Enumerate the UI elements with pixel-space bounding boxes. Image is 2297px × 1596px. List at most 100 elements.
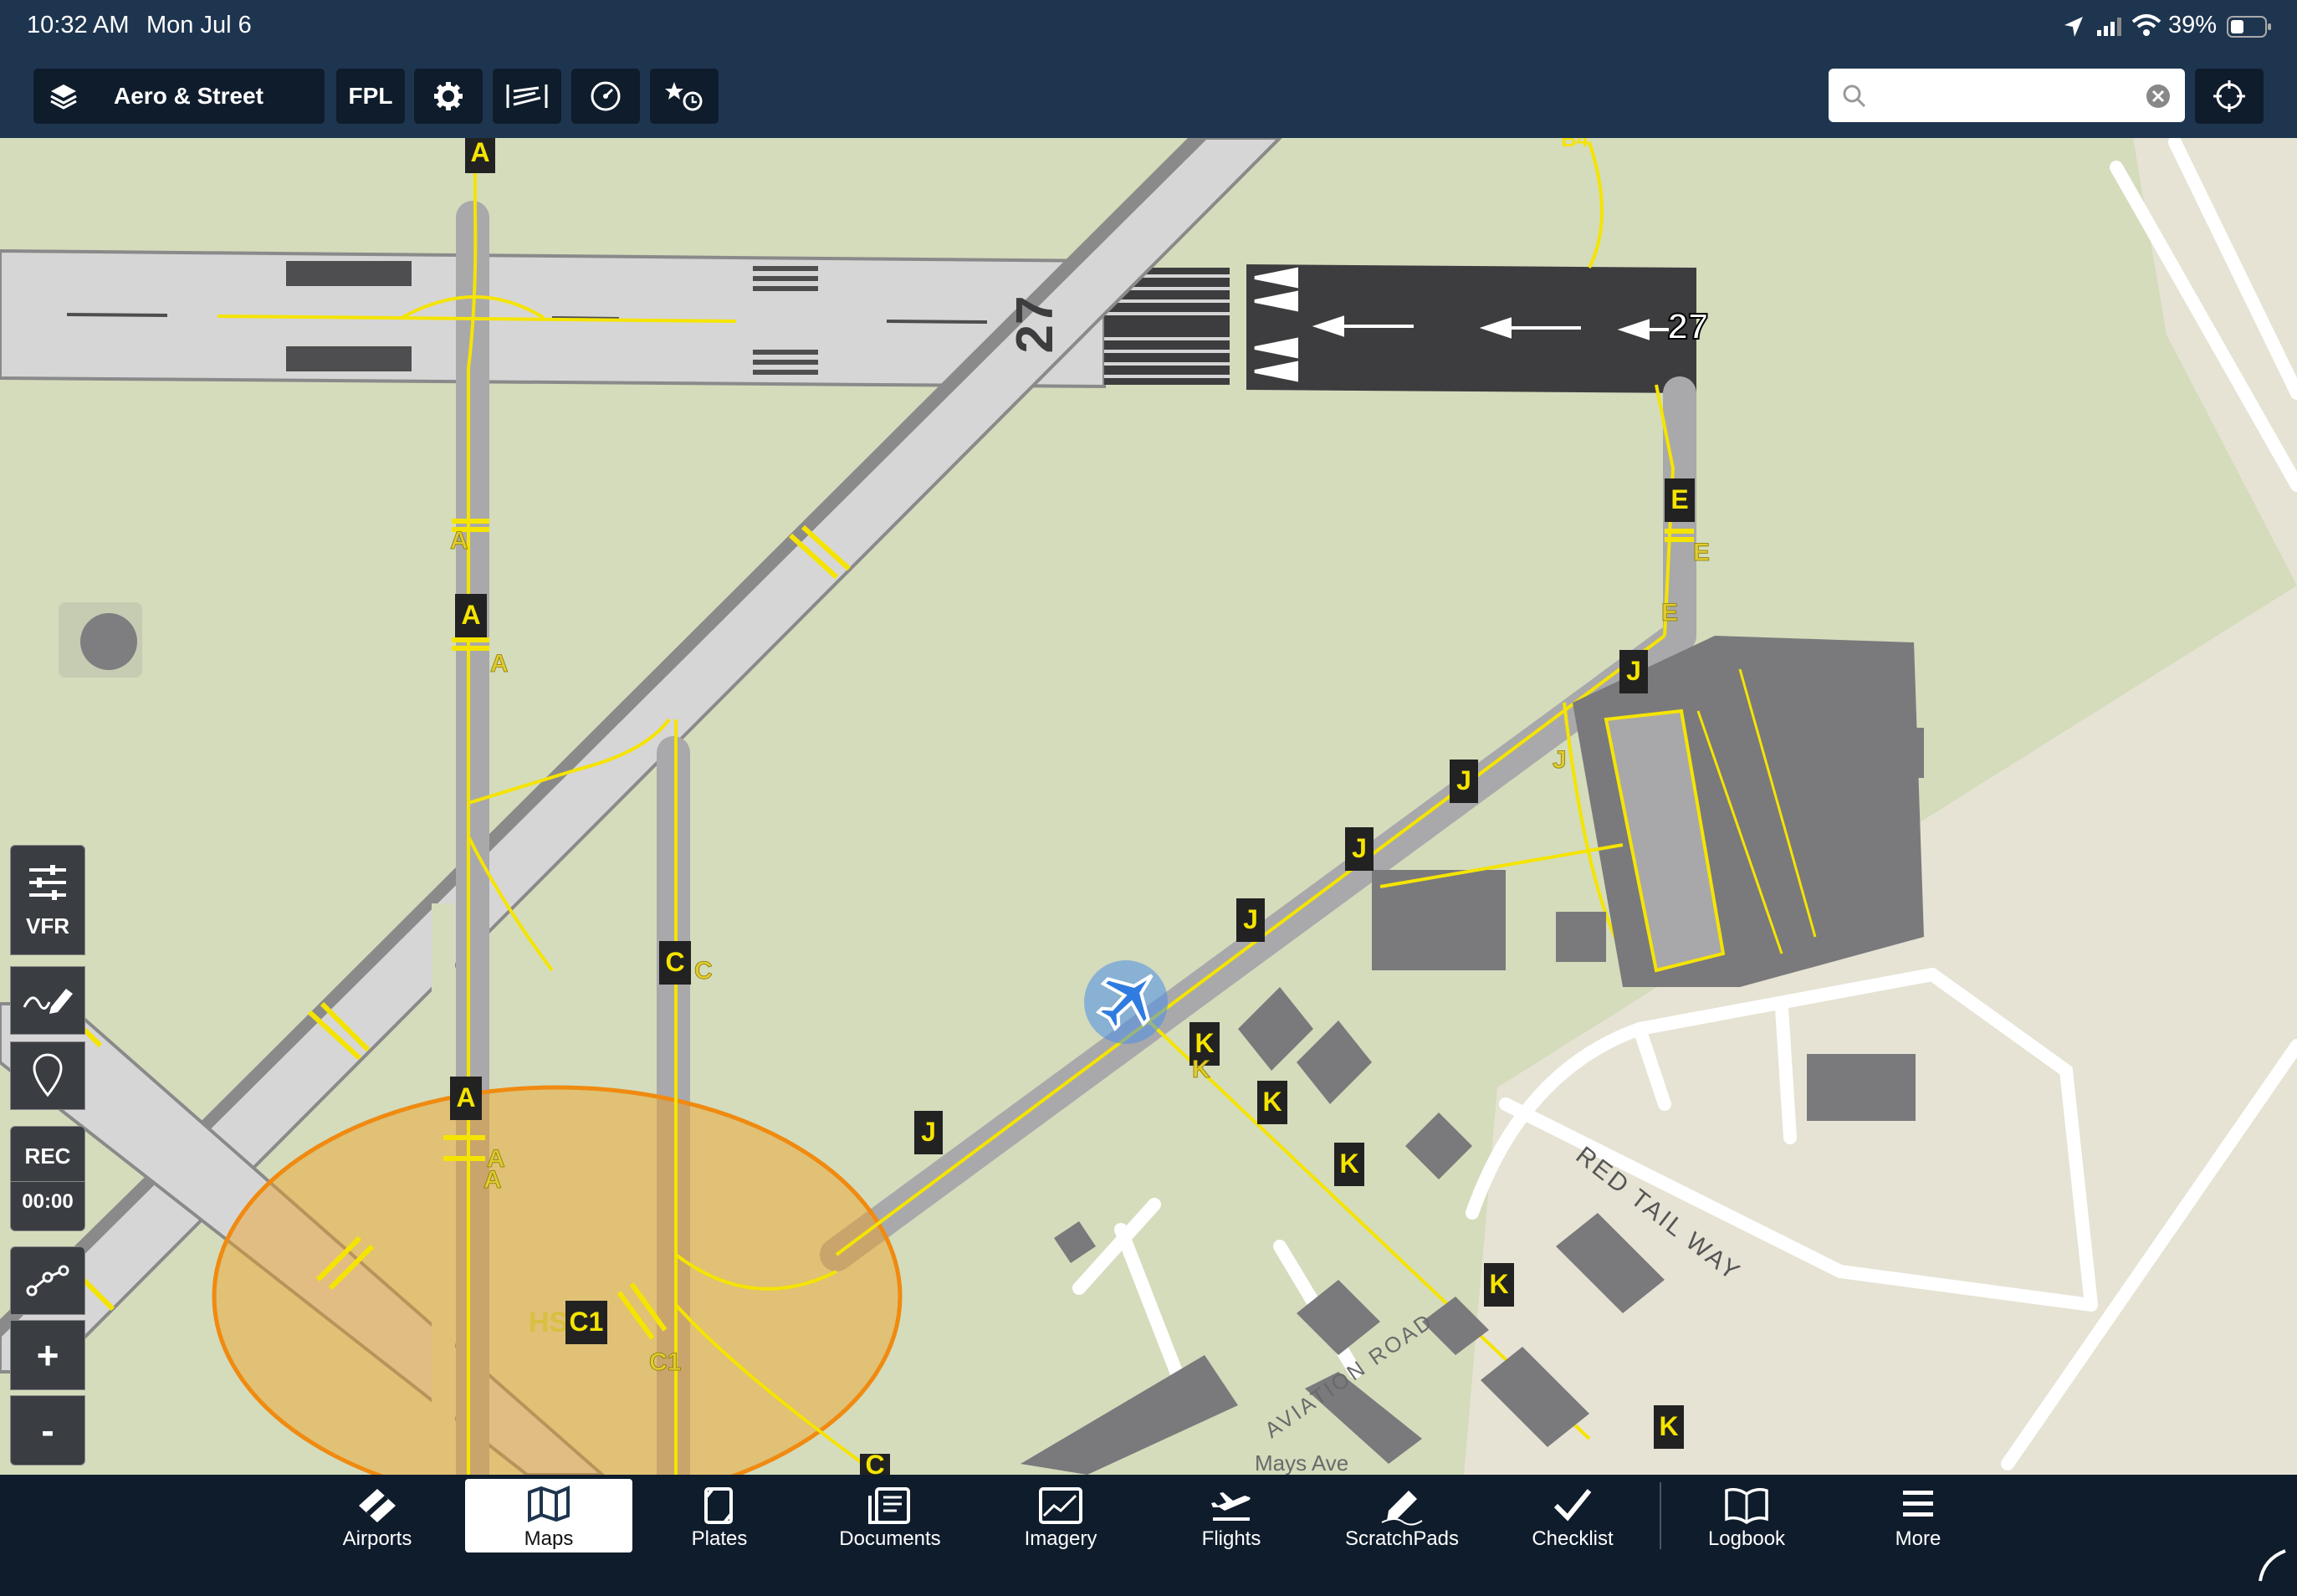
vfr-label: VFR (26, 913, 69, 939)
sign-j-3: J (1352, 833, 1367, 863)
sign-k-4: K (1489, 1269, 1508, 1299)
zoom-in-button[interactable]: + (10, 1320, 85, 1390)
layers-button[interactable]: Aero & Street (33, 69, 325, 124)
fpl-button[interactable]: FPL (336, 69, 405, 124)
instruments-button[interactable] (571, 69, 640, 124)
battery-percent: 39% (2168, 12, 2218, 38)
label-a-1: A (450, 527, 468, 555)
label-c1: C1 (649, 1348, 681, 1376)
sign-k-1: K (1195, 1028, 1214, 1058)
tab-checklist[interactable]: Checklist (1489, 1479, 1656, 1553)
center-location-button[interactable] (2195, 69, 2264, 124)
favorites-recents-button[interactable] (650, 69, 719, 124)
scratchpads-icon (1381, 1491, 1423, 1526)
zoom-out-button[interactable]: - (10, 1395, 85, 1466)
taxiway-label-b4: B4 (1561, 138, 1589, 151)
label-j: J (1553, 746, 1567, 774)
maps-icon (528, 1486, 570, 1522)
tab-documents-label: Documents (839, 1527, 941, 1550)
imagery-icon (1039, 1487, 1082, 1524)
search-box[interactable] (1829, 69, 2185, 122)
airports-icon (359, 1489, 396, 1522)
label-c: C (694, 957, 713, 985)
route-button[interactable] (10, 1246, 85, 1315)
checklist-icon (1553, 1489, 1592, 1522)
tab-plates-label: Plates (691, 1527, 748, 1550)
record-button[interactable]: REC 00:00 (10, 1126, 85, 1231)
sign-c: C (665, 947, 684, 977)
sign-c-bottom: C (865, 1450, 884, 1475)
tab-checklist-label: Checklist (1532, 1527, 1614, 1550)
plates-icon (704, 1487, 733, 1524)
sign-k-3: K (1339, 1148, 1358, 1179)
location-arrow-icon (2064, 17, 2083, 37)
tab-imagery-label: Imagery (1024, 1527, 1097, 1550)
sign-k-5: K (1659, 1411, 1678, 1441)
resize-corner-icon (2259, 1549, 2286, 1582)
map-pin-icon (33, 1053, 63, 1097)
status-time: 10:32 AM (27, 12, 130, 38)
profile-view-icon (506, 84, 548, 108)
tab-logbook[interactable]: Logbook (1663, 1479, 1830, 1553)
tab-scratchpads-label: ScratchPads (1344, 1527, 1460, 1550)
map-view[interactable]: 27 27 RED TAIL WAY AVIATION ROAD Mays Av… (0, 138, 2297, 1475)
tab-divider (1660, 1482, 1661, 1549)
search-icon (1843, 84, 1866, 108)
pencil-draw-icon (23, 989, 73, 1014)
label-a-2: A (490, 650, 509, 678)
documents-icon (868, 1487, 910, 1524)
tab-maps-label: Maps (524, 1527, 574, 1550)
settings-button[interactable] (414, 69, 483, 124)
layers-icon (50, 84, 77, 110)
rec-timer: 00:00 (22, 1190, 74, 1213)
battery-icon (2227, 16, 2271, 38)
hot-spot-label: HS (529, 1307, 568, 1338)
map-settings-button[interactable]: VFR (10, 845, 85, 955)
rec-label: REC (24, 1143, 71, 1169)
gauge-icon (591, 81, 621, 111)
sign-a-low: A (456, 1082, 475, 1113)
sliders-icon (29, 864, 66, 900)
sign-j-1: J (1626, 656, 1641, 686)
layer-label: Aero & Street (114, 83, 263, 109)
sign-k-2: K (1262, 1087, 1282, 1117)
wifi-icon (2131, 14, 2161, 36)
signal-icon (2097, 18, 2121, 36)
sign-a-mid: A (461, 600, 480, 630)
zoom-in-label: + (36, 1333, 59, 1377)
tab-maps[interactable]: Maps (465, 1479, 632, 1553)
waypoint-button[interactable] (10, 1041, 85, 1110)
tab-airports[interactable]: Airports (294, 1479, 461, 1553)
label-k: K (1192, 1056, 1210, 1083)
status-bar: 10:32 AM Mon Jul 6 39% (0, 0, 2297, 52)
tab-imagery[interactable]: Imagery (977, 1479, 1144, 1553)
tab-flights[interactable]: Flights (1148, 1479, 1315, 1553)
search-input[interactable] (1877, 79, 2131, 114)
tab-plates[interactable]: Plates (636, 1479, 803, 1553)
runway-number-27-right: 27 (1668, 306, 1709, 347)
profile-view-button[interactable] (493, 69, 561, 124)
route-icon (26, 1265, 69, 1297)
sign-j-4: J (1243, 904, 1258, 934)
zoom-out-label: - (41, 1409, 54, 1452)
tab-scratchpads[interactable]: ScratchPads (1318, 1479, 1486, 1553)
crosshair-icon (2213, 80, 2245, 112)
sign-j-5: J (921, 1117, 936, 1147)
tab-logbook-label: Logbook (1707, 1527, 1786, 1550)
star-clock-icon (665, 82, 703, 111)
sign-j-2: J (1456, 765, 1471, 795)
runway-number-27-left: 27 (1006, 296, 1064, 354)
label-e-2: E (1661, 599, 1678, 627)
sign-a-top: A (470, 138, 489, 167)
sign-e: E (1670, 484, 1688, 514)
tab-more[interactable]: More (1834, 1479, 2002, 1553)
logbook-icon (1725, 1487, 1768, 1525)
tab-airports-label: Airports (342, 1527, 412, 1550)
status-date: Mon Jul 6 (146, 12, 252, 38)
draw-button[interactable] (10, 966, 85, 1035)
label-a-4: A (483, 1166, 502, 1194)
sign-c1: C1 (570, 1307, 604, 1337)
tab-documents[interactable]: Documents (806, 1479, 974, 1553)
clear-search-icon[interactable] (2145, 83, 2172, 110)
tab-more-label: More (1895, 1527, 1941, 1550)
